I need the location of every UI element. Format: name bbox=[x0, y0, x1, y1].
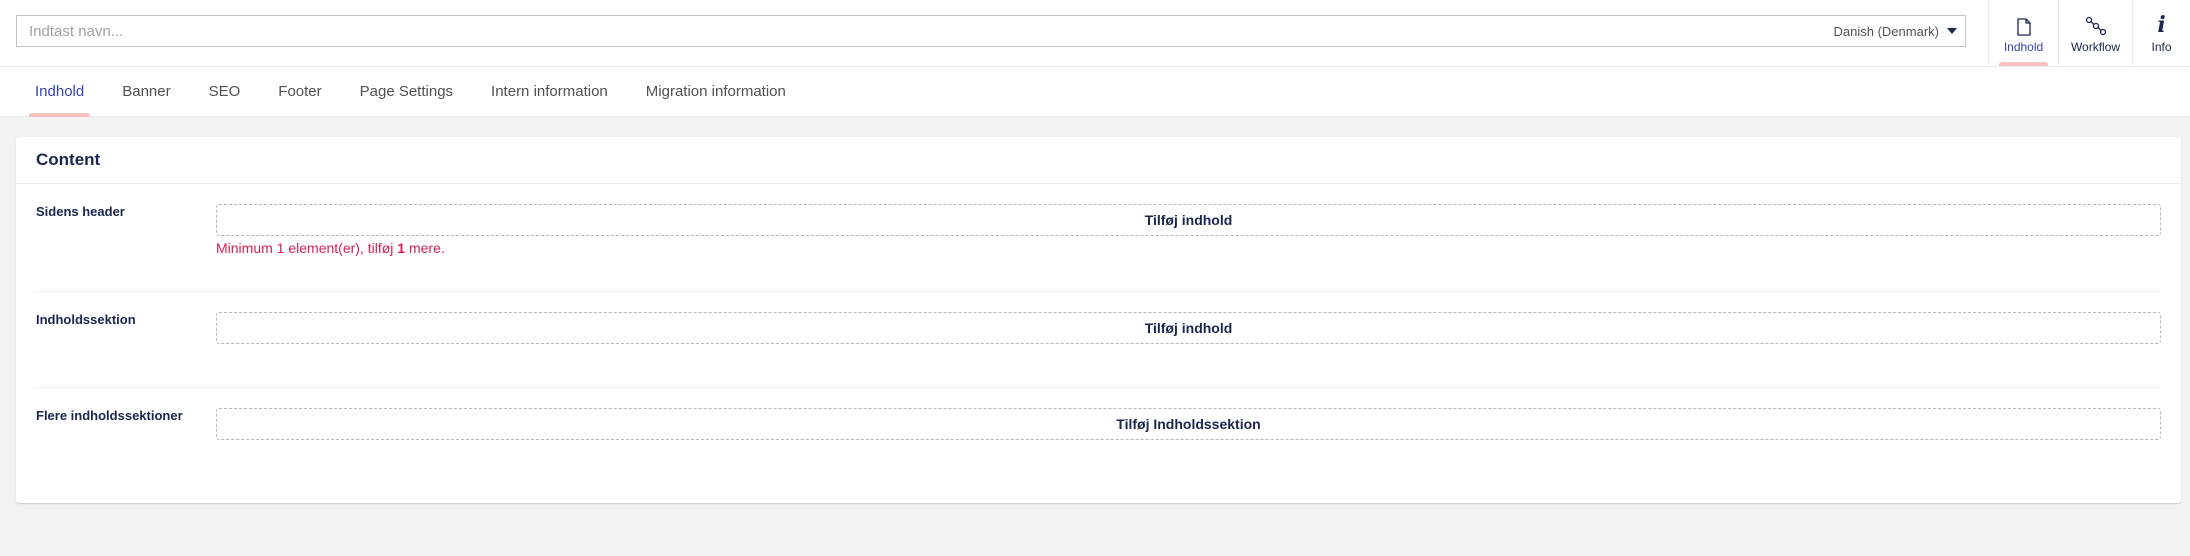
tab-page-settings[interactable]: Page Settings bbox=[341, 67, 472, 117]
panel-title: Content bbox=[16, 137, 2181, 184]
document-icon bbox=[2016, 12, 2031, 36]
tab-intern-information[interactable]: Intern information bbox=[472, 67, 627, 117]
caret-down-icon bbox=[1947, 28, 1957, 34]
app-info-label: Info bbox=[2151, 40, 2172, 54]
app-workflow-button[interactable]: Workflow bbox=[2058, 0, 2132, 66]
validation-suffix: mere. bbox=[405, 240, 445, 256]
tab-seo[interactable]: SEO bbox=[190, 67, 260, 117]
validation-prefix: Minimum 1 element(er), tilføj bbox=[216, 240, 398, 256]
editor-apps: Indhold Workflow i Info bbox=[1988, 0, 2190, 66]
property-label: Indholdssektion bbox=[36, 312, 136, 327]
tab-footer[interactable]: Footer bbox=[259, 67, 340, 117]
property-label: Sidens header bbox=[36, 204, 125, 219]
app-workflow-label: Workflow bbox=[2070, 40, 2121, 54]
property-divider bbox=[36, 387, 2161, 388]
validation-count: 1 bbox=[397, 240, 406, 256]
name-input[interactable] bbox=[17, 16, 1777, 46]
language-label: Danish (Denmark) bbox=[1833, 23, 1939, 39]
tab-indhold[interactable]: Indhold bbox=[16, 67, 103, 117]
workflow-icon bbox=[2085, 12, 2107, 36]
app-content-label: Indhold bbox=[2003, 40, 2044, 54]
add-content-button[interactable]: Tilføj indhold bbox=[216, 204, 2161, 236]
app-content-button[interactable]: Indhold bbox=[1988, 0, 2058, 66]
property-label: Flere indholdssektioner bbox=[36, 408, 183, 423]
app-info-button[interactable]: i Info bbox=[2132, 0, 2190, 66]
content-panel: Content Sidens header Tilføj indhold Min… bbox=[16, 137, 2181, 503]
editor-header: Danish (Denmark) Indhold Workflow bbox=[0, 0, 2190, 67]
tab-migration-information[interactable]: Migration information bbox=[627, 67, 805, 117]
property-sidens-header: Sidens header Tilføj indhold Minimum 1 e… bbox=[36, 204, 2161, 284]
property-indholdssektion: Indholdssektion Tilføj indhold bbox=[36, 312, 2161, 352]
property-flere-indholdssektioner: Flere indholdssektioner Tilføj Indholdss… bbox=[36, 408, 2161, 448]
add-section-button[interactable]: Tilføj Indholdssektion bbox=[216, 408, 2161, 440]
language-select[interactable]: Danish (Denmark) bbox=[1834, 16, 1957, 46]
validation-message: Minimum 1 element(er), tilføj 1 mere. bbox=[216, 240, 445, 256]
info-icon: i bbox=[2157, 12, 2166, 38]
name-field-wrapper: Danish (Denmark) bbox=[16, 15, 1966, 47]
add-content-button[interactable]: Tilføj indhold bbox=[216, 312, 2161, 344]
property-divider bbox=[36, 291, 2161, 292]
tab-banner[interactable]: Banner bbox=[103, 67, 189, 117]
content-tabs: Indhold Banner SEO Footer Page Settings … bbox=[0, 67, 2190, 117]
